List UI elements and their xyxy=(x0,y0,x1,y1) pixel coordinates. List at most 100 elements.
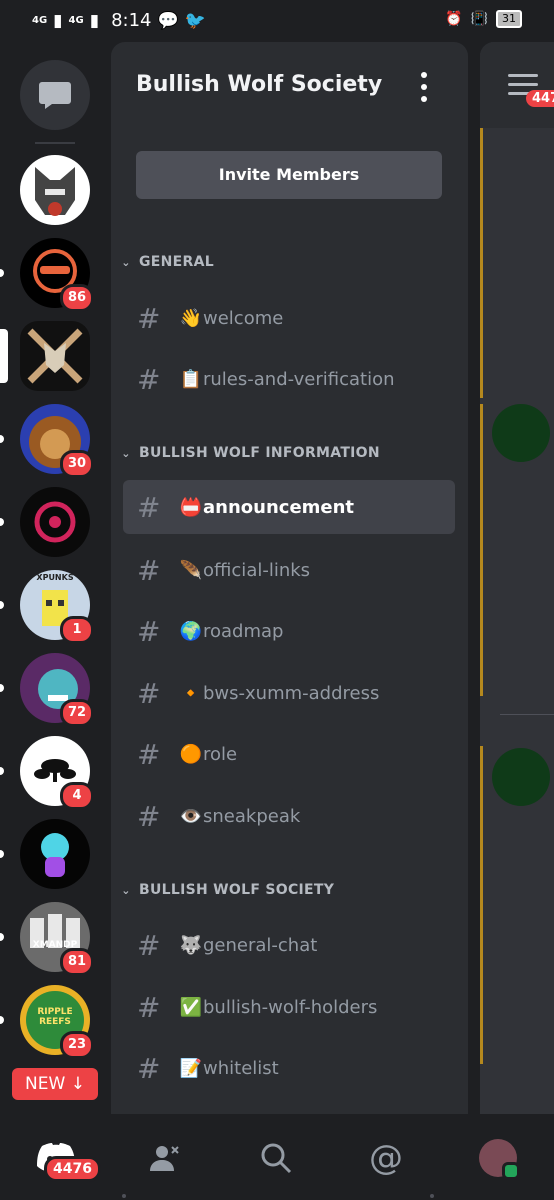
channel-name: sneakpeak xyxy=(203,805,301,827)
unread-indicator xyxy=(0,435,4,443)
channel-emoji: 👋 xyxy=(179,307,203,329)
guild-name[interactable]: Bullish Wolf Society xyxy=(136,72,382,97)
rail-separator xyxy=(35,142,75,144)
user-avatar[interactable] xyxy=(492,748,550,806)
bottom-navigation: 4476 @ xyxy=(0,1114,554,1200)
hash-icon: # xyxy=(137,990,161,1024)
user-avatar[interactable] xyxy=(492,404,550,462)
unread-indicator xyxy=(0,1016,4,1024)
channel-name: bws-xumm-address xyxy=(203,682,380,704)
highlight-bar xyxy=(480,404,483,696)
server-mushrooms[interactable]: 4 xyxy=(0,736,94,810)
avatar xyxy=(479,1139,520,1180)
chat-panel-peek[interactable]: 4476 xyxy=(480,42,554,1114)
channel-role[interactable]: # 🟠 role xyxy=(123,727,455,781)
search-icon xyxy=(261,1143,292,1174)
channel-welcome[interactable]: # 👋 welcome xyxy=(123,291,455,345)
category-label: GENERAL xyxy=(139,254,214,270)
mention-badge: 23 xyxy=(60,1031,94,1059)
unread-indicator xyxy=(0,767,4,775)
twitter-icon: 🐦 xyxy=(184,10,206,31)
channel-emoji: 🌍 xyxy=(179,620,203,642)
unread-indicator xyxy=(0,601,4,609)
channel-whitelist[interactable]: # 📝 whitelist xyxy=(123,1041,455,1095)
divider xyxy=(500,714,554,715)
category-label: BULLISH WOLF SOCIETY xyxy=(139,882,335,898)
profile-tab[interactable] xyxy=(476,1136,520,1180)
channel-name: rules-and-verification xyxy=(203,368,395,390)
server-xpunks[interactable]: XPUNKS 1 xyxy=(0,570,94,644)
channel-emoji: 📛 xyxy=(179,496,203,518)
hash-icon: # xyxy=(137,362,161,396)
signal-indicator: 4G xyxy=(32,14,48,26)
server-rail: 86 30 XPUNKS 1 72 4 XMANDP 81 RIPPLE REE… xyxy=(0,42,110,1114)
unread-indicator xyxy=(0,269,4,277)
category-bullish-wolf-society[interactable]: ⌄ BULLISH WOLF SOCIETY xyxy=(117,878,334,902)
channel-emoji: 🐺 xyxy=(179,934,203,956)
server-lion[interactable]: 30 xyxy=(0,404,94,478)
more-options-icon[interactable] xyxy=(417,72,431,102)
channel-general-chat[interactable]: # 🐺 general-chat xyxy=(123,918,455,972)
server-ripple-reefs[interactable]: RIPPLE REEFS 23 xyxy=(0,985,94,1059)
new-unreads-button[interactable]: NEW ↓ xyxy=(12,1068,98,1100)
alarm-icon: ⏰ xyxy=(445,11,463,27)
chat-bubble-icon xyxy=(39,82,71,109)
server-zombie[interactable]: 72 xyxy=(0,653,94,727)
channel-rules-and-verification[interactable]: # 📋 rules-and-verification xyxy=(123,352,455,406)
channel-emoji: 👁️ xyxy=(179,805,203,827)
category-bullish-wolf-information[interactable]: ⌄ BULLISH WOLF INFORMATION xyxy=(117,441,380,465)
channel-sneakpeak[interactable]: # 👁️ sneakpeak xyxy=(123,789,455,843)
unread-indicator xyxy=(0,518,4,526)
server-avatar xyxy=(20,487,90,557)
server-xmandp[interactable]: XMANDP 81 xyxy=(0,902,94,976)
direct-messages-button[interactable] xyxy=(20,60,90,130)
server-bullish-wolf-society[interactable] xyxy=(0,321,90,391)
channel-emoji: 🪶 xyxy=(179,559,203,581)
channel-name: bullish-wolf-holders xyxy=(203,996,378,1018)
server-avatar xyxy=(20,155,90,225)
channel-official-links[interactable]: # 🪶 official-links xyxy=(123,543,455,597)
channel-name: role xyxy=(203,743,238,765)
server-wolf[interactable] xyxy=(20,155,90,225)
hash-icon: # xyxy=(137,928,161,962)
category-label: BULLISH WOLF INFORMATION xyxy=(139,445,380,461)
server-text: RIPPLE REEFS xyxy=(37,1007,73,1027)
server-ninja[interactable]: 86 xyxy=(0,238,94,312)
selected-indicator xyxy=(0,329,8,383)
chevron-down-icon: ⌄ xyxy=(121,883,131,897)
hash-icon: # xyxy=(137,553,161,587)
hash-icon: # xyxy=(137,614,161,648)
notification-badge: 4476 xyxy=(526,90,554,107)
mention-badge: 30 xyxy=(60,450,94,478)
search-tab[interactable] xyxy=(254,1136,298,1180)
signal-bars-icon-2: ▮ xyxy=(89,10,100,31)
server-avatar xyxy=(20,819,90,889)
channel-name: announcement xyxy=(203,496,355,518)
highlight-bar xyxy=(480,128,483,398)
channel-announcement[interactable]: # 📛 announcement xyxy=(123,480,455,534)
mention-badge: 81 xyxy=(60,948,94,976)
home-badge: 4476 xyxy=(44,1156,101,1182)
hash-icon: # xyxy=(137,737,161,771)
server-neon-figure[interactable] xyxy=(0,819,90,889)
channel-bullish-wolf-holders[interactable]: # ✅ bullish-wolf-holders xyxy=(123,980,455,1034)
friends-tab[interactable] xyxy=(144,1136,188,1180)
battery-indicator: 31 xyxy=(496,10,522,28)
chevron-down-icon: ⌄ xyxy=(121,446,131,460)
status-bar: 4G ▮ 4G ▮ 8:14 💬 🐦 ⏰ 📳 31 xyxy=(0,0,554,42)
channel-name: general-chat xyxy=(203,934,318,956)
hash-icon: # xyxy=(137,1051,161,1085)
chevron-down-icon: ⌄ xyxy=(121,255,131,269)
channel-emoji: 🟠 xyxy=(179,743,203,765)
category-general[interactable]: ⌄ GENERAL xyxy=(117,250,214,274)
invite-members-button[interactable]: Invite Members xyxy=(136,151,442,199)
mentions-tab[interactable]: @ xyxy=(364,1136,408,1180)
channel-roadmap[interactable]: # 🌍 roadmap xyxy=(123,604,455,658)
friends-icon xyxy=(150,1146,179,1171)
chat-header: 4476 xyxy=(480,42,554,128)
signal-bars-icon: ▮ xyxy=(53,10,63,31)
channel-bws-xumm-address[interactable]: # 🔸 bws-xumm-address xyxy=(123,666,455,720)
channel-emoji: 📋 xyxy=(179,368,203,390)
server-triskelion[interactable] xyxy=(0,487,90,557)
mention-badge: 4 xyxy=(60,782,94,810)
